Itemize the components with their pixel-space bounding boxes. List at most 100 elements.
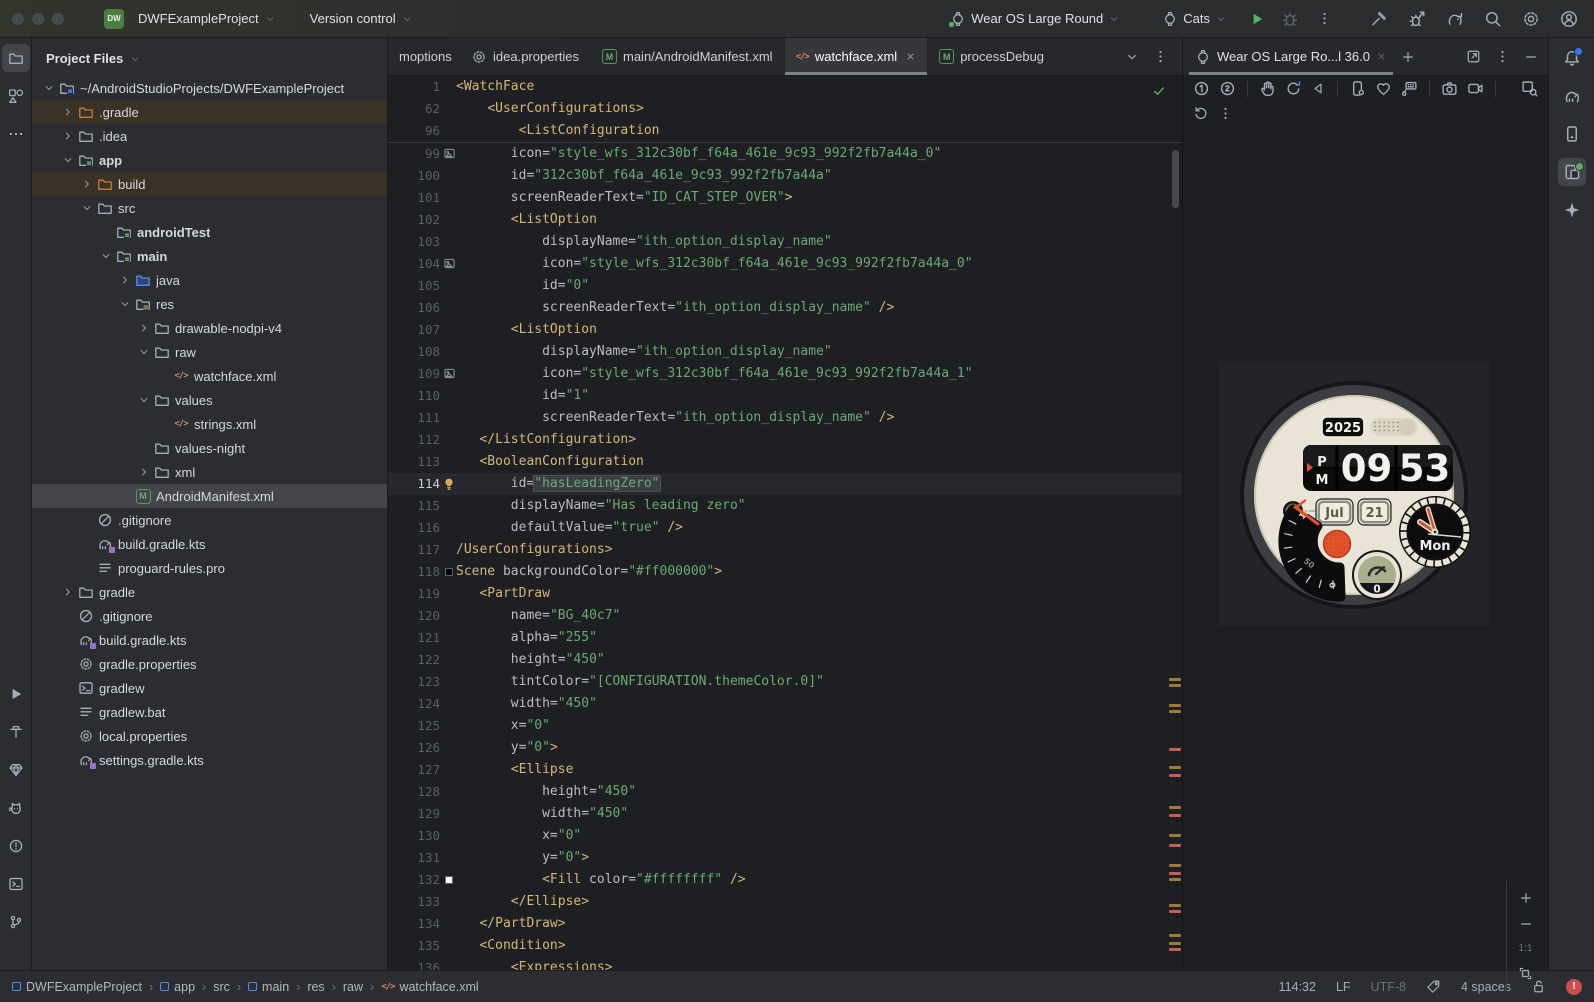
tree-item-xml[interactable]: xml (32, 460, 387, 484)
device-gear-button[interactable] (1349, 80, 1366, 97)
breadcrumb-res[interactable]: res (307, 980, 324, 994)
code-line-134[interactable]: 134 </PartDraw> (388, 913, 1182, 935)
editor-tab-main-androidmanifest.xml[interactable]: Mmain/AndroidManifest.xml (591, 38, 785, 75)
tree-item-gradlew.bat[interactable]: gradlew.bat (32, 700, 387, 724)
tree-item-java[interactable]: java (32, 268, 387, 292)
chevron-right-icon[interactable] (59, 130, 76, 142)
error-stripe-mark[interactable] (1169, 948, 1181, 951)
code-line-103[interactable]: 103 displayName="ith_option_display_name… (388, 231, 1182, 253)
search-everywhere-button[interactable] (1484, 10, 1502, 28)
open-in-window-button[interactable] (1466, 49, 1481, 64)
sync-project-button[interactable] (1446, 10, 1464, 28)
code-line-104[interactable]: 104 icon="style_wfs_312c30bf_f64a_461e_9… (388, 253, 1182, 275)
breadcrumb-app[interactable]: app (160, 980, 195, 994)
tree-item-raw[interactable]: raw (32, 340, 387, 364)
breadcrumb-raw[interactable]: raw (343, 980, 363, 994)
img-gutter-icon[interactable] (443, 147, 456, 160)
reset-button[interactable] (1193, 105, 1209, 121)
code-line-133[interactable]: 133 </Ellipse> (388, 891, 1182, 913)
tab-options-button[interactable] (1153, 49, 1168, 64)
code-line-126[interactable]: 126 y="0"> (388, 737, 1182, 759)
code-line-111[interactable]: 111 screenReaderText="ith_option_display… (388, 407, 1182, 429)
code-line-101[interactable]: 101 screenReaderText="ID_CAT_STEP_OVER"> (388, 187, 1182, 209)
video-button[interactable] (1467, 80, 1484, 97)
line-ending-indicator[interactable]: LF (1336, 980, 1351, 994)
code-line-125[interactable]: 125 x="0" (388, 715, 1182, 737)
chevron-down-icon[interactable] (135, 394, 152, 406)
error-stripe-mark[interactable] (1169, 904, 1181, 907)
sticky-line-96[interactable]: 96 <ListConfiguration (388, 120, 1182, 142)
profiler-button[interactable] (1408, 10, 1426, 28)
code-line-127[interactable]: 127 <Ellipse (388, 759, 1182, 781)
heart-button[interactable] (1375, 80, 1392, 97)
code-line-135[interactable]: 135 <Condition> (388, 935, 1182, 957)
chevron-right-icon[interactable] (78, 178, 95, 190)
app-quality-insights-tool-button[interactable] (2, 756, 30, 784)
logcat-tool-button[interactable] (2, 794, 30, 822)
tree-item-.gitignore[interactable]: .gitignore (32, 604, 387, 628)
breadcrumb-main[interactable]: main (248, 980, 289, 994)
code-line-120[interactable]: 120 name="BG_40c7" (388, 605, 1182, 627)
chevron-down-icon[interactable] (78, 202, 95, 214)
watch-face-display[interactable]: 2025 P M 09 53 Jul 21 Mon 100 50 0 0 (1219, 361, 1489, 629)
code-line-119[interactable]: 119 <PartDraw (388, 583, 1182, 605)
circle-1-button[interactable] (1193, 80, 1210, 97)
unlock-icon[interactable] (1531, 979, 1546, 994)
code-line-113[interactable]: 113 <BooleanConfiguration (388, 451, 1182, 473)
code-line-136[interactable]: 136 <Expressions> (388, 957, 1182, 970)
add-device-button[interactable] (1401, 50, 1415, 64)
code-line-106[interactable]: 106 screenReaderText="ith_option_display… (388, 297, 1182, 319)
zoom-out-button[interactable] (1519, 913, 1533, 935)
code-line-102[interactable]: 102 <ListOption (388, 209, 1182, 231)
chevron-down-icon[interactable] (59, 154, 76, 166)
version-control-tool-button[interactable] (2, 908, 30, 936)
project-tool-button[interactable] (1, 44, 30, 72)
sticky-line-62[interactable]: 62 <UserConfigurations> (388, 98, 1182, 120)
tree-item-build[interactable]: build (32, 172, 387, 196)
notifications-button[interactable] (1558, 44, 1586, 72)
zoom-window-button[interactable] (52, 12, 64, 25)
code-line-107[interactable]: 107 <ListOption (388, 319, 1182, 341)
code-line-115[interactable]: 115 displayName="Has leading zero" (388, 495, 1182, 517)
chevron-right-icon[interactable] (59, 106, 76, 118)
tree-item-app[interactable]: app (32, 148, 387, 172)
tree-item-build.gradle.kts[interactable]: build.gradle.kts (32, 628, 387, 652)
tree-item-gradlew[interactable]: gradlew (32, 676, 387, 700)
inspections-ok-icon[interactable] (1152, 84, 1166, 98)
tree-item-.idea[interactable]: .idea (32, 124, 387, 148)
error-stripe-mark[interactable] (1169, 872, 1181, 875)
tree-item-values-night[interactable]: values-night (32, 436, 387, 460)
back-triangle-button[interactable] (1311, 81, 1326, 96)
code-line-130[interactable]: 130 x="0" (388, 825, 1182, 847)
running-devices-tool-button[interactable] (1557, 158, 1586, 186)
tree-item-gradle.properties[interactable]: gradle.properties (32, 652, 387, 676)
more-run-options-button[interactable] (1317, 11, 1332, 26)
project-selector[interactable]: DWFExampleProject (132, 7, 282, 30)
camera-button[interactable] (1441, 80, 1458, 97)
tree-item-strings.xml[interactable]: </> strings.xml (32, 412, 387, 436)
chevron-right-icon[interactable] (116, 274, 133, 286)
tree-item-androidtest[interactable]: androidTest (32, 220, 387, 244)
error-stripe-mark[interactable] (1169, 942, 1181, 945)
circle-2-button[interactable] (1219, 80, 1236, 97)
chevron-down-icon[interactable] (40, 82, 57, 94)
code-line-132[interactable]: 132 <Fill color="#ffffffff" /> (388, 869, 1182, 891)
code-line-118[interactable]: 118 Scene backgroundColor="#ff000000"> (388, 561, 1182, 583)
error-stripe-mark[interactable] (1169, 704, 1181, 707)
error-stripe-mark[interactable] (1169, 678, 1181, 681)
tree-item-proguard-rules.pro[interactable]: proguard-rules.pro (32, 556, 387, 580)
tree-item-.gitignore[interactable]: .gitignore (32, 508, 387, 532)
settings-button[interactable] (1522, 10, 1540, 28)
tree-item-res[interactable]: res (32, 292, 387, 316)
build-tool-button[interactable] (2, 718, 30, 746)
error-stripe-mark[interactable] (1169, 878, 1181, 881)
error-stripe-mark[interactable] (1169, 864, 1181, 867)
code-line-108[interactable]: 108 displayName="ith_option_display_name… (388, 341, 1182, 363)
tree-item-androidmanifest.xml[interactable]: M AndroidManifest.xml (32, 484, 387, 508)
error-stripe-mark[interactable] (1169, 748, 1181, 751)
breadcrumb-dwfexampleproject[interactable]: DWFExampleProject (12, 980, 142, 994)
hidden-tabs-button[interactable] (1125, 50, 1139, 64)
indent-indicator[interactable]: 4 spaces (1461, 980, 1511, 994)
code-line-121[interactable]: 121 alpha="255" (388, 627, 1182, 649)
code-line-128[interactable]: 128 height="450" (388, 781, 1182, 803)
